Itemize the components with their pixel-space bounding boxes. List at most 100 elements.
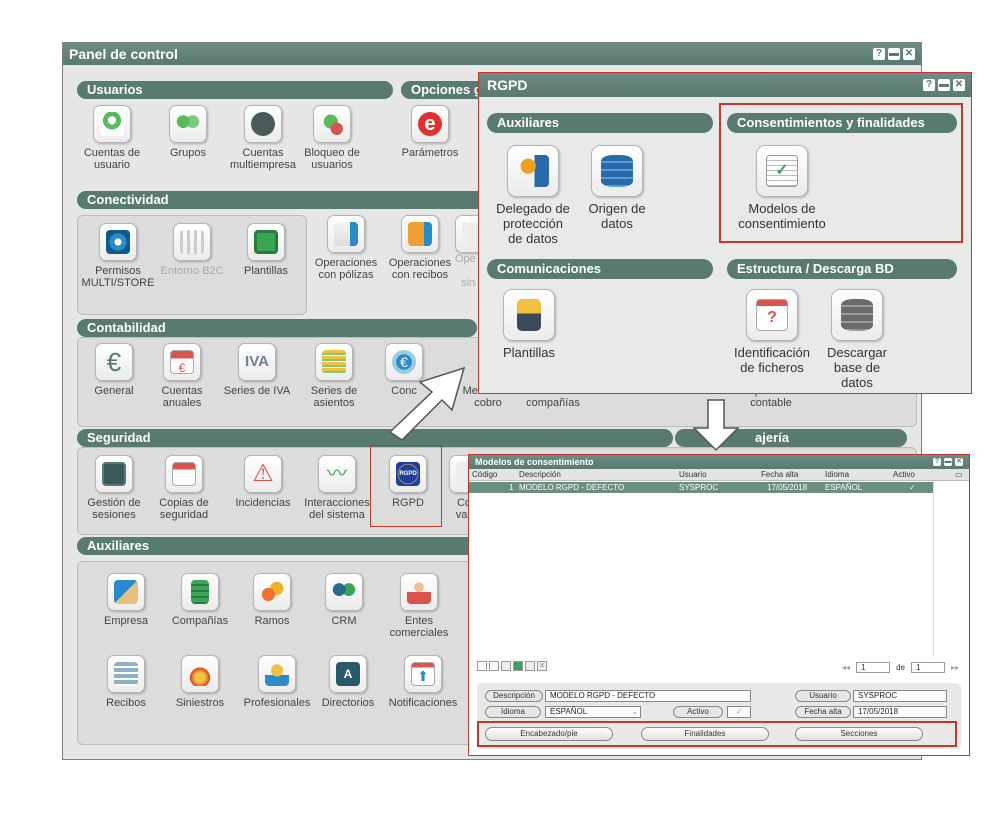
plantillas-item[interactable]: Plantillas bbox=[231, 223, 301, 277]
edit-record-icon[interactable] bbox=[489, 661, 499, 671]
item-label: usuario bbox=[93, 159, 131, 171]
siniestros-item[interactable]: Siniestros bbox=[165, 655, 235, 709]
secciones-button[interactable]: Secciones bbox=[795, 727, 923, 741]
user-icon bbox=[93, 105, 131, 143]
gestion-sesiones-item[interactable]: Gestión de sesiones bbox=[81, 455, 147, 521]
new-record-icon[interactable] bbox=[477, 661, 487, 671]
descargar-bd-item[interactable]: Descargar base de datos bbox=[815, 289, 899, 390]
help-icon[interactable]: ? bbox=[873, 48, 885, 60]
item-label: Cuentas bbox=[242, 147, 284, 159]
table-row[interactable]: 1 MODELO RGPD - DEFECTO SYSPROC 17/05/20… bbox=[469, 482, 933, 493]
item-label: Notificaciones bbox=[388, 697, 458, 709]
permisos-multistore-item[interactable]: Permisos MULTI/STORE bbox=[81, 223, 155, 289]
group-icon bbox=[169, 105, 207, 143]
cuentas-multiempresa-item[interactable]: Cuentas multiempresa bbox=[223, 105, 303, 171]
bloqueo-usuarios-item[interactable]: Bloqueo de usuarios bbox=[295, 105, 369, 171]
profesionales-item[interactable]: Profesionales bbox=[237, 655, 317, 709]
item-label: Descargar bbox=[827, 345, 887, 360]
first-page-icon[interactable]: ◂◂ bbox=[842, 663, 850, 672]
idioma-select[interactable]: ESPAÑOL ⌄ bbox=[545, 706, 641, 718]
crm-item[interactable]: CRM bbox=[311, 573, 377, 627]
finalidades-button[interactable]: Finalidades bbox=[641, 727, 769, 741]
rgpd-section-estructura: Estructura / Descarga BD bbox=[727, 259, 957, 279]
item-label: MULTI/STORE bbox=[81, 277, 155, 289]
close-icon[interactable]: ✕ bbox=[955, 458, 963, 466]
fecha-alta-label: Fecha alta bbox=[795, 706, 851, 718]
col-codigo[interactable]: Código bbox=[472, 470, 497, 479]
help-icon[interactable]: ? bbox=[923, 79, 935, 91]
chevron-down-icon[interactable]: ⌄ bbox=[631, 707, 638, 717]
modelos-titlebar: Modelos de consentimiento ? ▬ ✕ bbox=[469, 455, 969, 469]
modelos-consentimiento-item[interactable]: ✓ Modelos de consentimiento bbox=[727, 145, 837, 231]
col-descripcion[interactable]: Descripción bbox=[519, 470, 561, 479]
refresh-icon[interactable] bbox=[513, 661, 523, 671]
item-label: Entorno B2C bbox=[160, 265, 224, 277]
empresa-item[interactable]: Empresa bbox=[91, 573, 161, 627]
series-iva-item[interactable]: IVA Series de IVA bbox=[217, 343, 297, 397]
identificacion-ficheros-item[interactable]: ? Identificación de ficheros bbox=[727, 289, 817, 375]
minimize-icon[interactable]: ▬ bbox=[888, 48, 900, 60]
help-icon[interactable]: ? bbox=[933, 458, 941, 466]
recibos-aux-item[interactable]: Recibos bbox=[91, 655, 161, 709]
cuentas-usuario-item[interactable]: Cuentas de usuario bbox=[77, 105, 147, 171]
control-panel-titlebar: Panel de control ? ▬ ✕ bbox=[63, 43, 921, 65]
close-icon[interactable]: ✕ bbox=[953, 79, 965, 91]
notificaciones-item[interactable]: ⬆ Notificaciones bbox=[381, 655, 465, 709]
usuario-label: Usuario bbox=[795, 690, 851, 702]
copy-record-icon[interactable] bbox=[501, 661, 511, 671]
entes-comerciales-item[interactable]: Entes comerciales bbox=[381, 573, 457, 639]
item-label: datos bbox=[841, 375, 873, 390]
fecha-alta-field[interactable]: 17/05/2018 bbox=[853, 706, 947, 718]
window-controls: ? ▬ ✕ bbox=[873, 48, 915, 60]
item-label: Entes bbox=[404, 615, 434, 627]
grid-toolbar: ✕ bbox=[477, 661, 547, 673]
delete-record-icon[interactable]: ✕ bbox=[537, 661, 547, 671]
modelos-title: Modelos de consentimiento bbox=[475, 457, 594, 467]
parameters-icon: e bbox=[411, 105, 449, 143]
copias-seguridad-item[interactable]: Copias de seguridad bbox=[149, 455, 219, 521]
cuentas-anuales-item[interactable]: € Cuentas anuales bbox=[147, 343, 217, 409]
plantillas-rgpd-item[interactable]: Plantillas bbox=[493, 289, 565, 360]
origen-datos-item[interactable]: Origen de datos bbox=[577, 145, 657, 231]
operaciones-polizas-item[interactable]: Operaciones con pólizas bbox=[309, 215, 383, 281]
companias-item[interactable]: Compañías bbox=[165, 573, 235, 627]
rgpd-title: RGPD bbox=[487, 77, 528, 93]
grid-scrollbar[interactable] bbox=[933, 481, 969, 657]
item-label: anuales bbox=[162, 397, 202, 409]
general-item[interactable]: € General bbox=[81, 343, 147, 397]
item-label: usuarios bbox=[311, 159, 353, 171]
interacciones-sistema-item[interactable]: 〰 Interacciones del sistema bbox=[299, 455, 375, 521]
calendar-euro-icon: € bbox=[163, 343, 201, 381]
modelos-window: Modelos de consentimiento ? ▬ ✕ Código D… bbox=[468, 454, 970, 756]
col-idioma[interactable]: Idioma bbox=[825, 470, 849, 479]
filter-icon[interactable] bbox=[525, 661, 535, 671]
encabezado-pie-button[interactable]: Encabezado/pie bbox=[485, 727, 613, 741]
incidencias-item[interactable]: ⚠ Incidencias bbox=[223, 455, 303, 509]
minimize-icon[interactable]: ▬ bbox=[938, 79, 950, 91]
series-asientos-item[interactable]: Series de asientos bbox=[299, 343, 369, 409]
grupos-item[interactable]: Grupos bbox=[153, 105, 223, 159]
col-activo[interactable]: Activo bbox=[893, 470, 915, 479]
office-tower-icon bbox=[181, 573, 219, 611]
parametros-item[interactable]: e Parámetros bbox=[393, 105, 467, 159]
descripcion-field[interactable]: MODELO RGPD - DEFECTO bbox=[545, 690, 751, 702]
page-input[interactable]: 1 bbox=[856, 661, 891, 673]
col-fecha-alta[interactable]: Fecha alta bbox=[761, 470, 798, 479]
item-label: Incidencias bbox=[235, 497, 291, 509]
directorios-item[interactable]: A Directorios bbox=[313, 655, 383, 709]
activo-checkbox[interactable]: ✓ bbox=[727, 706, 751, 718]
usuario-field[interactable]: SYSPROC bbox=[853, 690, 947, 702]
ramos-item[interactable]: Ramos bbox=[239, 573, 305, 627]
delegado-proteccion-item[interactable]: Delegado de protección de datos bbox=[489, 145, 577, 246]
operaciones-recibos-item[interactable]: Operaciones con recibos bbox=[383, 215, 457, 281]
cell-usuario: SYSPROC bbox=[679, 483, 719, 492]
item-label: Operaciones bbox=[314, 257, 378, 269]
item-label: Cuentas de bbox=[83, 147, 141, 159]
item-label: Recibos bbox=[106, 697, 146, 709]
col-usuario[interactable]: Usuario bbox=[679, 470, 707, 479]
close-icon[interactable]: ✕ bbox=[903, 48, 915, 60]
column-chooser-icon[interactable]: ▭ bbox=[955, 470, 963, 479]
last-page-icon[interactable]: ▸▸ bbox=[951, 663, 959, 672]
item-label: Copias de bbox=[159, 497, 209, 509]
minimize-icon[interactable]: ▬ bbox=[944, 458, 952, 466]
